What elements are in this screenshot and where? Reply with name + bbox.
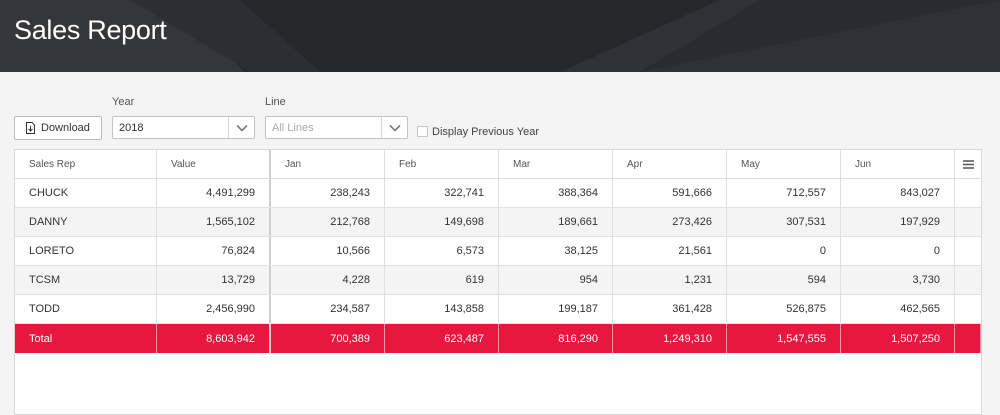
- cell-apr: 591,666: [613, 179, 727, 207]
- row-filler-cell: [955, 266, 981, 294]
- row-filler-cell: [955, 237, 981, 265]
- line-select[interactable]: All Lines: [265, 116, 408, 139]
- cell-mar: 189,661: [499, 208, 613, 236]
- cell-apr: 361,428: [613, 295, 727, 323]
- cell-value: 4,491,299: [157, 179, 271, 207]
- cell-jan: 238,243: [271, 179, 385, 207]
- cell-apr: 21,561: [613, 237, 727, 265]
- cell-sales-rep: CHUCK: [15, 179, 157, 207]
- cell-feb: 143,858: [385, 295, 499, 323]
- cell-feb: 149,698: [385, 208, 499, 236]
- chevron-down-icon: [235, 124, 248, 132]
- cell-feb: 322,741: [385, 179, 499, 207]
- cell-value: 8,603,942: [157, 324, 271, 353]
- table-row[interactable]: CHUCK 4,491,299 238,243 322,741 388,364 591,6…: [15, 179, 981, 208]
- cell-jun: 843,027: [841, 179, 955, 207]
- row-filler-cell: [955, 324, 981, 353]
- page-title: Sales Report: [14, 15, 167, 45]
- cell-may: 594: [727, 266, 841, 294]
- table-row[interactable]: TODD 2,456,990 234,587 143,858 199,187 361,42…: [15, 295, 981, 324]
- column-header-apr[interactable]: Apr: [613, 150, 727, 178]
- table-row[interactable]: LORETO 76,824 10,566 6,573 38,125 21,561 0 0: [15, 237, 981, 266]
- cell-jun: 197,929: [841, 208, 955, 236]
- table-row[interactable]: DANNY 1,565,102 212,768 149,698 189,661 273,4…: [15, 208, 981, 237]
- cell-sales-rep: TCSM: [15, 266, 157, 294]
- row-filler-cell: [955, 179, 981, 207]
- cell-jun: 3,730: [841, 266, 955, 294]
- cell-feb: 623,487: [385, 324, 499, 353]
- cell-apr: 273,426: [613, 208, 727, 236]
- cell-value: 2,456,990: [157, 295, 271, 323]
- chevron-down-icon: [388, 124, 401, 132]
- table-header-row: Sales Rep Value Jan Feb Mar Apr May Jun: [15, 150, 981, 179]
- cell-mar: 816,290: [499, 324, 613, 353]
- line-select-toggle[interactable]: [381, 117, 407, 138]
- cell-jan: 212,768: [271, 208, 385, 236]
- cell-value: 76,824: [157, 237, 271, 265]
- cell-mar: 38,125: [499, 237, 613, 265]
- row-filler-cell: [955, 295, 981, 323]
- cell-jan: 700,389: [271, 324, 385, 353]
- columns-menu-button[interactable]: [955, 150, 981, 178]
- cell-value: 13,729: [157, 266, 271, 294]
- cell-apr: 1,231: [613, 266, 727, 294]
- cell-feb: 6,573: [385, 237, 499, 265]
- cell-mar: 388,364: [499, 179, 613, 207]
- cell-sales-rep: Total: [15, 324, 157, 353]
- cell-apr: 1,249,310: [613, 324, 727, 353]
- cell-mar: 954: [499, 266, 613, 294]
- cell-may: 712,557: [727, 179, 841, 207]
- cell-value: 1,565,102: [157, 208, 271, 236]
- total-row[interactable]: Total 8,603,942 700,389 623,487 816,290 1,249…: [15, 324, 981, 353]
- download-button[interactable]: Download: [14, 116, 102, 140]
- year-select-value: 2018: [119, 121, 144, 134]
- cell-jan: 4,228: [271, 266, 385, 294]
- column-header-feb[interactable]: Feb: [385, 150, 499, 178]
- row-filler-cell: [955, 208, 981, 236]
- cell-may: 1,547,555: [727, 324, 841, 353]
- cell-sales-rep: LORETO: [15, 237, 157, 265]
- sales-table: Sales Rep Value Jan Feb Mar Apr May Jun …: [14, 149, 982, 415]
- column-header-jan[interactable]: Jan: [271, 150, 385, 178]
- year-label: Year: [112, 96, 135, 108]
- cell-feb: 619: [385, 266, 499, 294]
- cell-jun: 462,565: [841, 295, 955, 323]
- cell-mar: 199,187: [499, 295, 613, 323]
- cell-jun: 1,507,250: [841, 324, 955, 353]
- cell-may: 307,531: [727, 208, 841, 236]
- table-row[interactable]: TCSM 13,729 4,228 619 954 1,231 594 3,730: [15, 266, 981, 295]
- download-button-label: Download: [41, 122, 90, 134]
- column-header-jun[interactable]: Jun: [841, 150, 955, 178]
- cell-sales-rep: TODD: [15, 295, 157, 323]
- column-header-mar[interactable]: Mar: [499, 150, 613, 178]
- cell-may: 526,875: [727, 295, 841, 323]
- line-select-placeholder: All Lines: [272, 121, 314, 134]
- year-select[interactable]: 2018: [112, 116, 255, 139]
- cell-sales-rep: DANNY: [15, 208, 157, 236]
- column-header-sales-rep[interactable]: Sales Rep: [15, 150, 157, 178]
- cell-jun: 0: [841, 237, 955, 265]
- year-select-toggle[interactable]: [228, 117, 254, 138]
- column-header-may[interactable]: May: [727, 150, 841, 178]
- line-label: Line: [265, 96, 286, 108]
- previous-year-checkbox[interactable]: [417, 126, 428, 137]
- hamburger-menu-icon: [962, 159, 974, 169]
- previous-year-label[interactable]: Display Previous Year: [432, 126, 539, 138]
- column-header-value[interactable]: Value: [157, 150, 271, 178]
- cell-jan: 234,587: [271, 295, 385, 323]
- cell-may: 0: [727, 237, 841, 265]
- download-file-icon: [26, 122, 35, 134]
- cell-jan: 10,566: [271, 237, 385, 265]
- report-header: Sales Report: [0, 0, 1000, 72]
